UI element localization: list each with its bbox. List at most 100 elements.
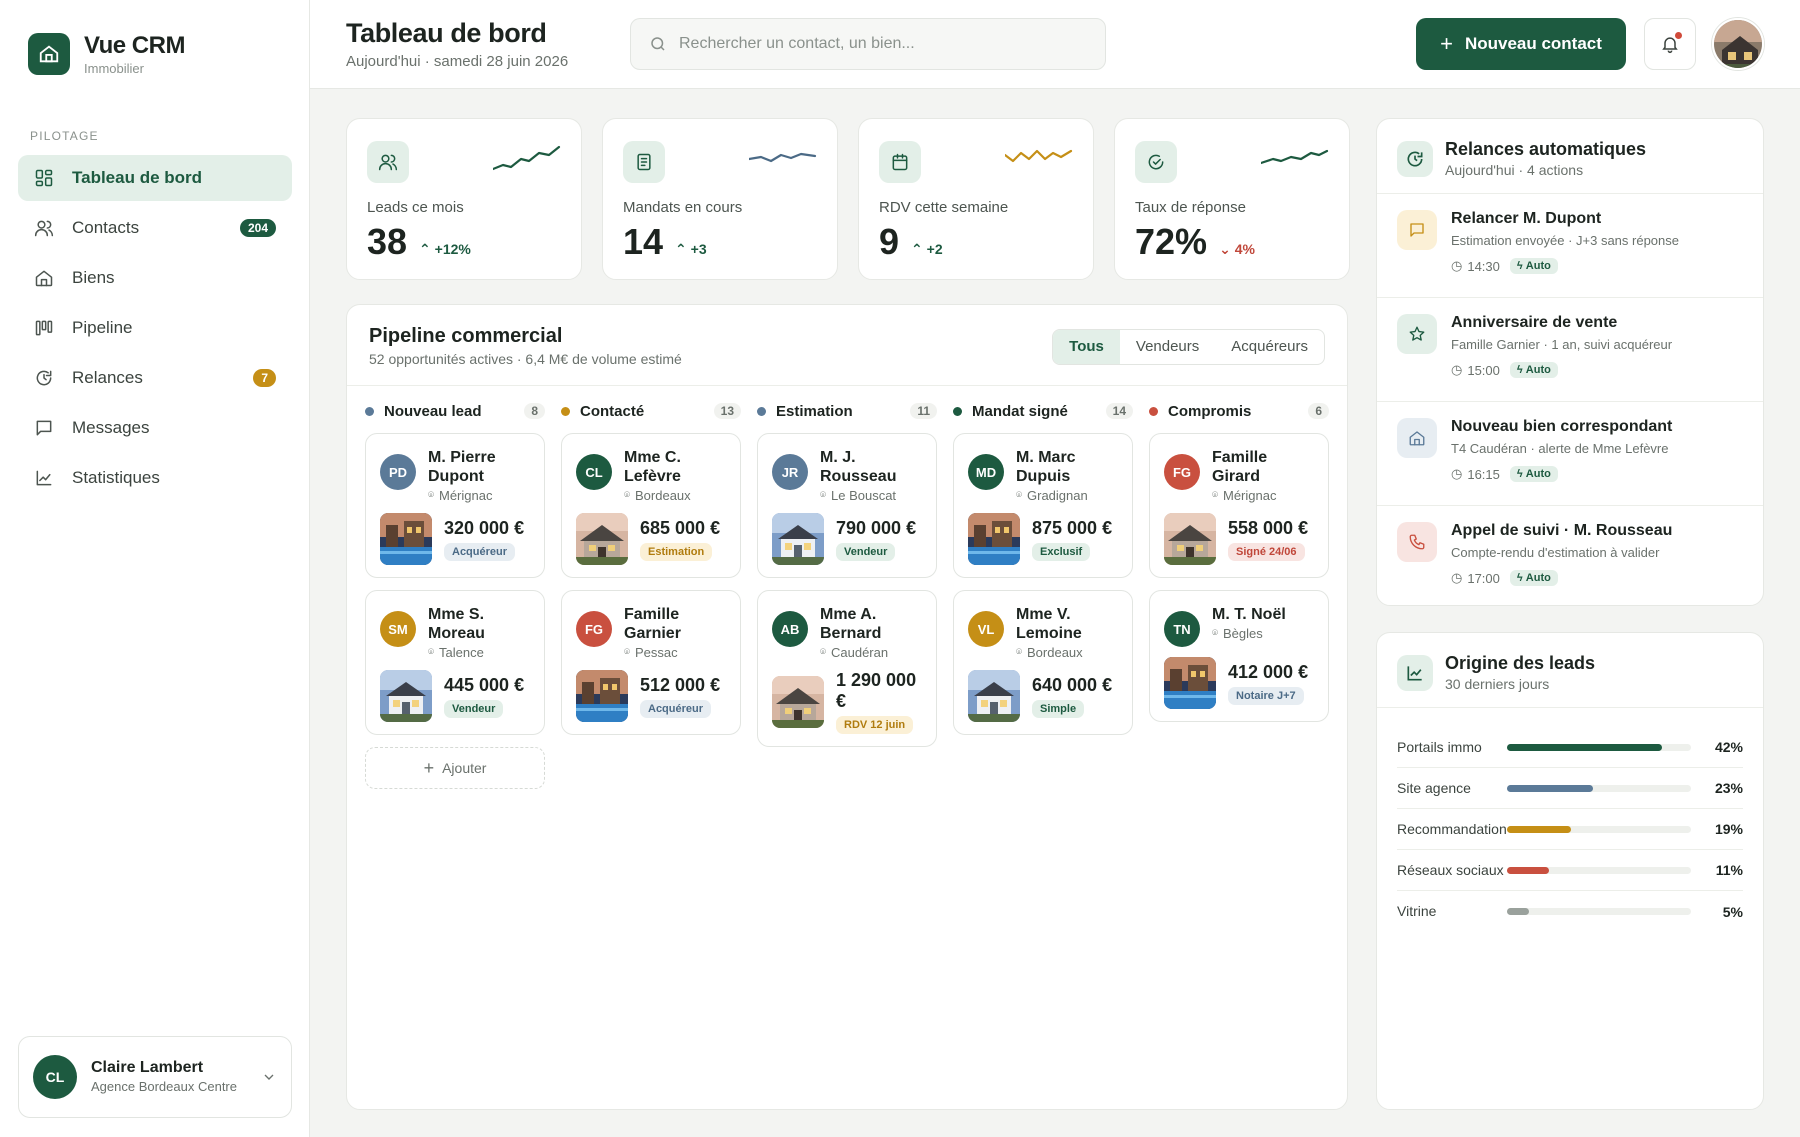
location-pin-icon: ⌾ — [1016, 490, 1022, 501]
home-icon — [1409, 431, 1425, 446]
origin-label: Vitrine — [1397, 903, 1437, 919]
line-chart-icon — [1397, 654, 1433, 691]
bolt-icon: ϟ — [1516, 572, 1526, 584]
divider — [1377, 707, 1763, 708]
column-header[interactable]: Compromis 6 — [1149, 401, 1329, 421]
pipeline-columns: Nouveau lead 8 PD M. Pierre Dupont ⌾ Mérignac… — [365, 401, 1329, 789]
tab-acqu-reurs[interactable]: Acquéreurs — [1215, 330, 1324, 364]
sidebar-item-label: Relances — [72, 368, 143, 387]
home-logo-icon — [28, 33, 70, 75]
pipeline-column: Estimation 11 JR M. J. Rousseau ⌾ Le Bouscat 7… — [757, 401, 937, 789]
origin-bar-track — [1507, 784, 1691, 792]
relances-title: Relances automatiques — [1445, 139, 1647, 159]
deal-avatar: TN — [1164, 611, 1200, 647]
origin-row: Réseaux sociaux 11% — [1397, 850, 1743, 891]
sidebar: Vue CRM Immobilier PILOTAGE Tableau de b… — [0, 0, 310, 1137]
deal-name: Mme S. Moreau — [428, 606, 485, 642]
sparkline-icon — [1005, 149, 1073, 163]
sidebar-item-tableau-de-bord[interactable]: Tableau de bord — [18, 155, 292, 201]
deal-card[interactable]: MD M. Marc Dupuis ⌾ Gradignan 875 000 € Exclu… — [953, 433, 1133, 578]
deal-location: Gradignan — [1027, 488, 1088, 503]
sidebar-item-label: Pipeline — [72, 318, 133, 337]
sidebar-item-statistiques[interactable]: Statistiques — [18, 455, 292, 501]
time-icon: ◷ — [1451, 362, 1463, 377]
arrow-up-icon: ⌃ — [419, 241, 431, 257]
deal-card[interactable]: JR M. J. Rousseau ⌾ Le Bouscat 790 000 € Vend… — [757, 433, 937, 578]
app-logo[interactable]: Vue CRM Immobilier — [28, 32, 185, 76]
kpi-card[interactable]: Taux de réponse 72% ⌄ 4% — [1114, 118, 1350, 280]
sidebar-item-pipeline[interactable]: Pipeline — [18, 305, 292, 351]
deal-avatar: VL — [968, 611, 1004, 647]
location-pin-icon: ⌾ — [820, 490, 826, 501]
tab-vendeurs[interactable]: Vendeurs — [1120, 330, 1215, 364]
column-header[interactable]: Mandat signé 14 — [953, 401, 1133, 421]
topbar: Tableau de bord Aujourd'hui · samedi 28 … — [310, 0, 1800, 89]
column-header[interactable]: Contacté 13 — [561, 401, 741, 421]
page-title: Tableau de bord — [346, 18, 547, 48]
origin-percent: 19% — [1714, 821, 1743, 837]
column-count: 8 — [524, 403, 545, 419]
origin-subtitle: 30 derniers jours — [1445, 676, 1550, 692]
relance-item[interactable]: Nouveau bien correspondant T4 Caudéran · … — [1377, 401, 1763, 505]
kpi-label: RDV cette semaine — [879, 199, 1009, 216]
user-card[interactable]: CL Claire Lambert Agence Bordeaux Centre — [18, 1036, 292, 1118]
origin-bar-fill — [1507, 908, 1530, 915]
deal-card[interactable]: FG Famille Garnier ⌾ Pessac 512 000 € Acquére… — [561, 590, 741, 735]
column-dot — [1149, 406, 1158, 416]
arrow-up-icon: ⌃ — [911, 241, 923, 257]
relance-icon-box — [1397, 210, 1437, 250]
kpi-card[interactable]: Leads ce mois 38 ⌃ +12% — [346, 118, 582, 280]
auto-badge-label: Auto — [1525, 364, 1551, 376]
column-count: 13 — [713, 403, 741, 419]
add-deal-button[interactable]: + Ajouter — [365, 747, 545, 789]
deal-location: Pessac — [635, 645, 678, 660]
profile-avatar[interactable] — [1712, 18, 1764, 70]
deal-card[interactable]: TN M. T. Noël ⌾ Bègles 412 000 € Notaire J+7 — [1149, 590, 1329, 722]
chart-icon — [36, 470, 52, 486]
deal-card[interactable]: AB Mme A. Bernard ⌾ Caudéran 1 290 000 € RDV … — [757, 590, 937, 747]
tab-tous[interactable]: Tous — [1053, 330, 1120, 364]
new-contact-button[interactable]: + Nouveau contact — [1416, 18, 1626, 70]
property-photo — [968, 513, 1020, 565]
kpi-card[interactable]: RDV cette semaine 9 ⌃ +2 — [858, 118, 1094, 280]
deal-card[interactable]: FG Famille Girard ⌾ Mérignac 558 000 € Signé … — [1149, 433, 1329, 578]
column-header[interactable]: Estimation 11 — [757, 401, 937, 421]
column-header[interactable]: Nouveau lead 8 — [365, 401, 545, 421]
users-icon — [378, 154, 398, 171]
sidebar-item-badge: 7 — [253, 369, 276, 387]
nav-section-label: PILOTAGE — [30, 129, 99, 143]
deal-tag: Acquéreur — [444, 542, 516, 561]
sidebar-item-biens[interactable]: Biens — [18, 255, 292, 301]
deal-avatar: JR — [772, 454, 808, 490]
property-photo — [380, 513, 432, 565]
relance-item[interactable]: Relancer M. Dupont Estimation envoyée · J… — [1377, 193, 1763, 297]
chevron-down-icon[interactable] — [261, 1069, 277, 1085]
deal-card[interactable]: CL Mme C. Lefèvre ⌾ Bordeaux 685 000 € Estima… — [561, 433, 741, 578]
deal-card[interactable]: SM Mme S. Moreau ⌾ Talence 445 000 € Vendeur — [365, 590, 545, 735]
relance-item[interactable]: Appel de suivi · M. Rousseau Compte-rendu… — [1377, 505, 1763, 609]
deal-location: Bègles — [1223, 626, 1263, 641]
location-pin-icon: ⌾ — [1212, 490, 1218, 501]
notifications-button[interactable] — [1644, 18, 1696, 70]
deal-location: Caudéran — [831, 645, 889, 660]
deal-name: M. Marc Dupuis — [1016, 449, 1076, 485]
search-input[interactable] — [679, 35, 1079, 53]
sidebar-item-label: Biens — [72, 268, 115, 287]
relance-item[interactable]: Anniversaire de vente Famille Garnier · 1… — [1377, 297, 1763, 401]
column-dot — [365, 406, 374, 416]
sidebar-item-relances[interactable]: Relances 7 — [18, 355, 292, 401]
kpi-card[interactable]: Mandats en cours 14 ⌃ +3 — [602, 118, 838, 280]
search-icon — [651, 37, 665, 51]
sidebar-item-messages[interactable]: Messages — [18, 405, 292, 451]
location-pin-icon: ⌾ — [624, 490, 630, 501]
sidebar-item-label: Statistiques — [72, 468, 160, 487]
deal-name: M. Pierre Dupont — [428, 449, 496, 485]
deal-avatar: FG — [576, 611, 612, 647]
deal-card[interactable]: VL Mme V. Lemoine ⌾ Bordeaux 640 000 € Simple — [953, 590, 1133, 735]
deal-card[interactable]: PD M. Pierre Dupont ⌾ Mérignac 320 000 € Acqu… — [365, 433, 545, 578]
origin-label: Recommandation — [1397, 820, 1507, 837]
search-box[interactable] — [630, 18, 1106, 70]
deal-price: 1 290 000 € — [836, 670, 917, 711]
sparkline-icon — [749, 152, 817, 163]
sidebar-item-contacts[interactable]: Contacts 204 — [18, 205, 292, 251]
